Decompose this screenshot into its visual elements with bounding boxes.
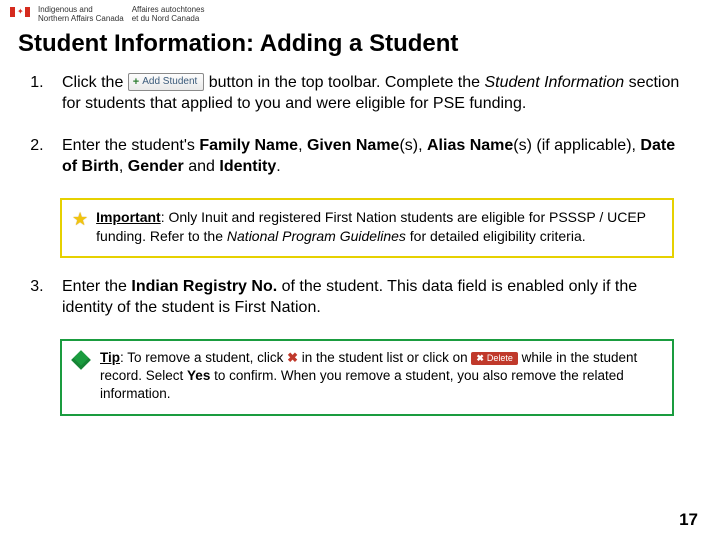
field-given-name: Given Name — [307, 137, 399, 154]
delete-button[interactable]: ✖ Delete — [471, 352, 518, 365]
field-gender: Gender — [128, 158, 184, 175]
field-registry-no: Indian Registry No. — [131, 278, 277, 295]
step-1-text-pre: Click the — [62, 74, 128, 91]
step-2-c1: , — [298, 137, 307, 154]
field-alias-name: Alias Name — [427, 137, 513, 154]
x-icon: ✖ — [476, 353, 484, 364]
step-2: Enter the student's Family Name, Given N… — [48, 135, 680, 178]
add-student-label: Add Student — [142, 76, 197, 88]
field-family-name: Family Name — [199, 137, 298, 154]
step-3-a: Enter the — [62, 278, 131, 295]
important-text-b: for detailed eligibility criteria. — [406, 228, 586, 244]
important-body: Important: Only Inuit and registered Fir… — [96, 208, 662, 246]
tip-b: in the student list or click on — [302, 350, 472, 365]
tip-callout: Tip: To remove a student, click ✖ in the… — [60, 339, 674, 416]
field-identity: Identity — [219, 158, 276, 175]
diamond-icon — [71, 350, 91, 370]
step-2-paren1: (s), — [399, 137, 427, 154]
step-2-end: . — [276, 158, 280, 175]
step-2-paren2: (s) (if applicable), — [513, 137, 640, 154]
tip-a: : To remove a student, click — [120, 350, 287, 365]
plus-icon: + — [133, 76, 139, 88]
step-1: Click the + Add Student button in the to… — [48, 72, 680, 115]
step-1-section-name: Student Information — [484, 74, 624, 91]
star-icon: ★ — [72, 210, 88, 228]
tip-body: Tip: To remove a student, click ✖ in the… — [100, 349, 662, 404]
step-3: Enter the Indian Registry No. of the stu… — [48, 276, 680, 319]
delete-label: Delete — [487, 353, 513, 364]
add-student-button[interactable]: + Add Student — [128, 73, 204, 91]
step-2-a: Enter the student's — [62, 137, 199, 154]
canada-flag-icon: ✦ — [10, 7, 30, 17]
important-guide: National Program Guidelines — [227, 228, 406, 244]
step-1-text-a: button in the top toolbar. Complete the — [209, 74, 485, 91]
important-callout: ★ Important: Only Inuit and registered F… — [60, 198, 674, 258]
important-label: Important — [96, 209, 161, 225]
page-number: 17 — [679, 510, 698, 530]
org-name-fr: Affaires autochtones et du Nord Canada — [132, 6, 205, 24]
page-title: Student Information: Adding a Student — [18, 30, 720, 58]
remove-x-icon[interactable]: ✖ — [287, 352, 298, 364]
instruction-list-cont: Enter the Indian Registry No. of the stu… — [28, 276, 680, 319]
org-name-en: Indigenous and Northern Affairs Canada — [38, 6, 124, 24]
tip-label: Tip — [100, 350, 120, 365]
instruction-list: Click the + Add Student button in the to… — [28, 72, 680, 178]
tip-yes: Yes — [187, 368, 210, 383]
gov-header: ✦ Indigenous and Northern Affairs Canada… — [0, 0, 720, 26]
step-2-c2: , — [119, 158, 128, 175]
step-2-and: and — [184, 158, 220, 175]
